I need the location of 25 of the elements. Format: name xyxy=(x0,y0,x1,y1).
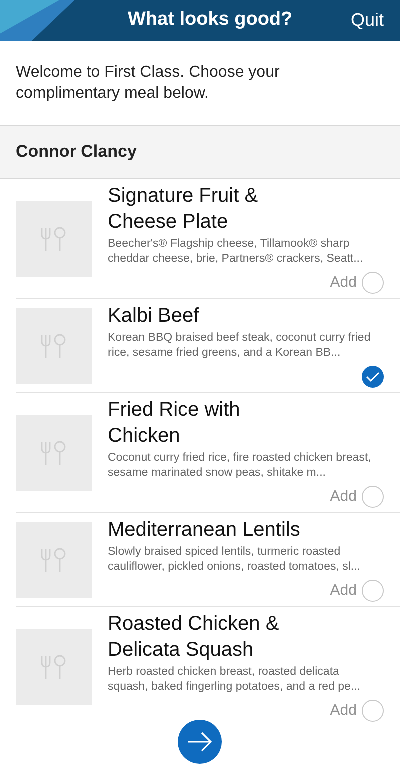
meal-description: Korean BBQ braised beef steak, coconut curry fried rice, sesame fried greens, and a Korean BB... xyxy=(108,331,372,361)
meal-name: Roasted Chicken & Delicata Squash xyxy=(108,612,280,663)
checkmark-icon[interactable] xyxy=(362,366,384,388)
meal-description: Slowly braised spiced lentils, turmeric roasted cauliflower, pickled onions, roasted tomatoes, sl... xyxy=(108,545,362,575)
meal-description: Herb roasted chicken breast, roasted delicata squash, baked fingerling potatoes, and a red pe... xyxy=(108,665,362,695)
welcome-text: Welcome to First Class. Choose your complimentary meal below. xyxy=(16,63,281,104)
add-label: Add xyxy=(330,272,357,293)
arrow-right-icon xyxy=(187,732,213,752)
add-label: Add xyxy=(330,580,357,601)
next-button[interactable] xyxy=(178,720,222,764)
meal-name: Fried Rice with Chicken xyxy=(108,398,242,449)
meal-name: Kalbi Beef xyxy=(108,304,200,329)
add-radio[interactable] xyxy=(362,580,384,602)
add-label: Add xyxy=(330,486,357,507)
meal-description: Beecher's® Flagship cheese, Tillamook® sharp cheddar cheese, brie, Partners® crackers, Seatt... xyxy=(108,237,364,267)
page-title: What looks good? xyxy=(128,8,293,32)
passenger-name: Connor Clancy xyxy=(16,141,137,164)
add-radio[interactable] xyxy=(362,486,384,508)
add-label: Add xyxy=(330,700,357,721)
quit-button[interactable]: Quit xyxy=(350,7,384,34)
meal-description: Coconut curry fried rice, fire roasted chicken breast, sesame marinated snow peas, shitake m... xyxy=(108,451,372,481)
add-radio[interactable] xyxy=(362,700,384,722)
add-radio[interactable] xyxy=(362,272,384,294)
meal-name: Signature Fruit & Cheese Plate xyxy=(108,184,260,235)
meal-name: Mediterranean Lentils xyxy=(108,518,302,543)
